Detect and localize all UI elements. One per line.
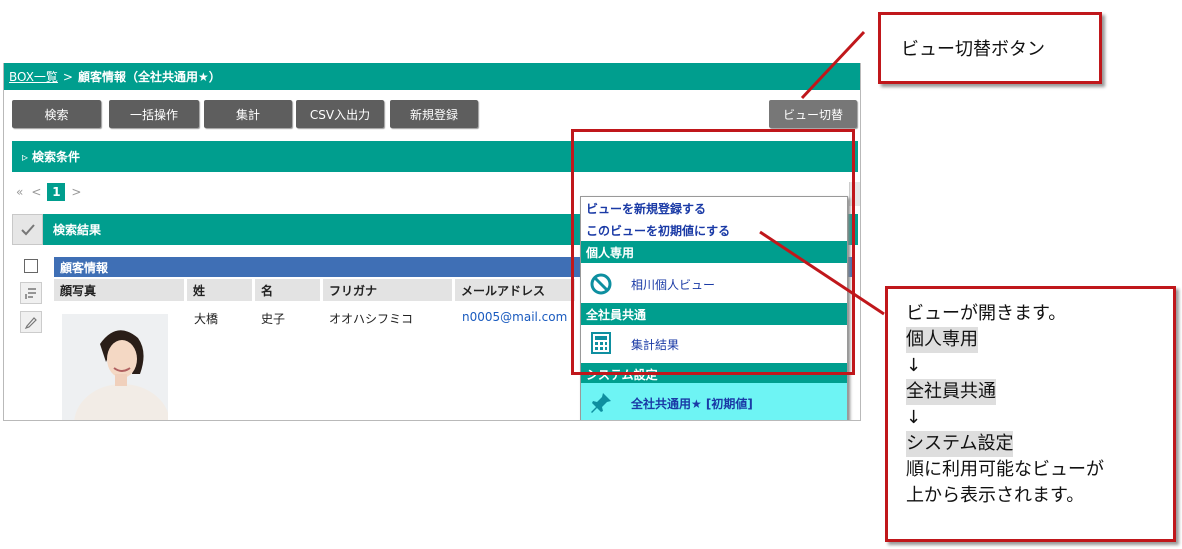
- callout-arrow-2: ↓: [906, 407, 922, 428]
- callout-system: システム設定: [906, 431, 1014, 457]
- callout-arrow-1: ↓: [906, 355, 922, 376]
- callout-line-from-top: 上から表示されます。: [906, 485, 1085, 506]
- callout-personal: 個人専用: [906, 327, 978, 353]
- view-switch-callout: ビュー切替ボタン: [878, 12, 1102, 84]
- connector-line-right: [759, 230, 885, 316]
- callout-line-order: 順に利用可能なビューが: [906, 459, 1104, 480]
- connector-line-top: [800, 30, 866, 100]
- callout-common: 全社員共通: [906, 379, 996, 405]
- view-switch-callout-text: ビュー切替ボタン: [901, 39, 1045, 60]
- view-order-callout: ビューが開きます。 個人専用 ↓ 全社員共通 ↓ システム設定 順に利用可能なビ…: [885, 286, 1176, 542]
- callout-line-open: ビューが開きます。: [906, 303, 1067, 324]
